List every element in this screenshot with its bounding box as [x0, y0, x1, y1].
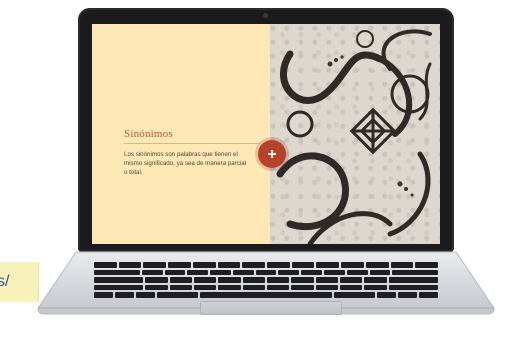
laptop-lid: Sinónimos Los sinónimos son palabras que…	[78, 8, 454, 252]
knot-motif	[349, 107, 397, 155]
url-fragment-text: s/	[0, 273, 10, 290]
laptop-base	[36, 250, 496, 316]
ornament-illustration	[276, 29, 432, 244]
plus-icon	[268, 150, 276, 158]
keyboard	[94, 262, 439, 298]
webcam-icon	[263, 13, 268, 18]
laptop-screen: Sinónimos Los sinónimos son palabras que…	[92, 24, 440, 244]
add-button[interactable]	[258, 140, 286, 168]
trackpad	[200, 301, 342, 315]
slide-body-text: Los sinónimos son palabras que tienen el…	[124, 151, 247, 176]
slide-image-panel	[270, 24, 440, 244]
title-divider	[124, 143, 260, 144]
slide-title: Sinónimos	[124, 128, 173, 140]
slide-text-panel: Sinónimos Los sinónimos son palabras que…	[92, 24, 270, 244]
url-fragment: s/	[0, 262, 39, 302]
